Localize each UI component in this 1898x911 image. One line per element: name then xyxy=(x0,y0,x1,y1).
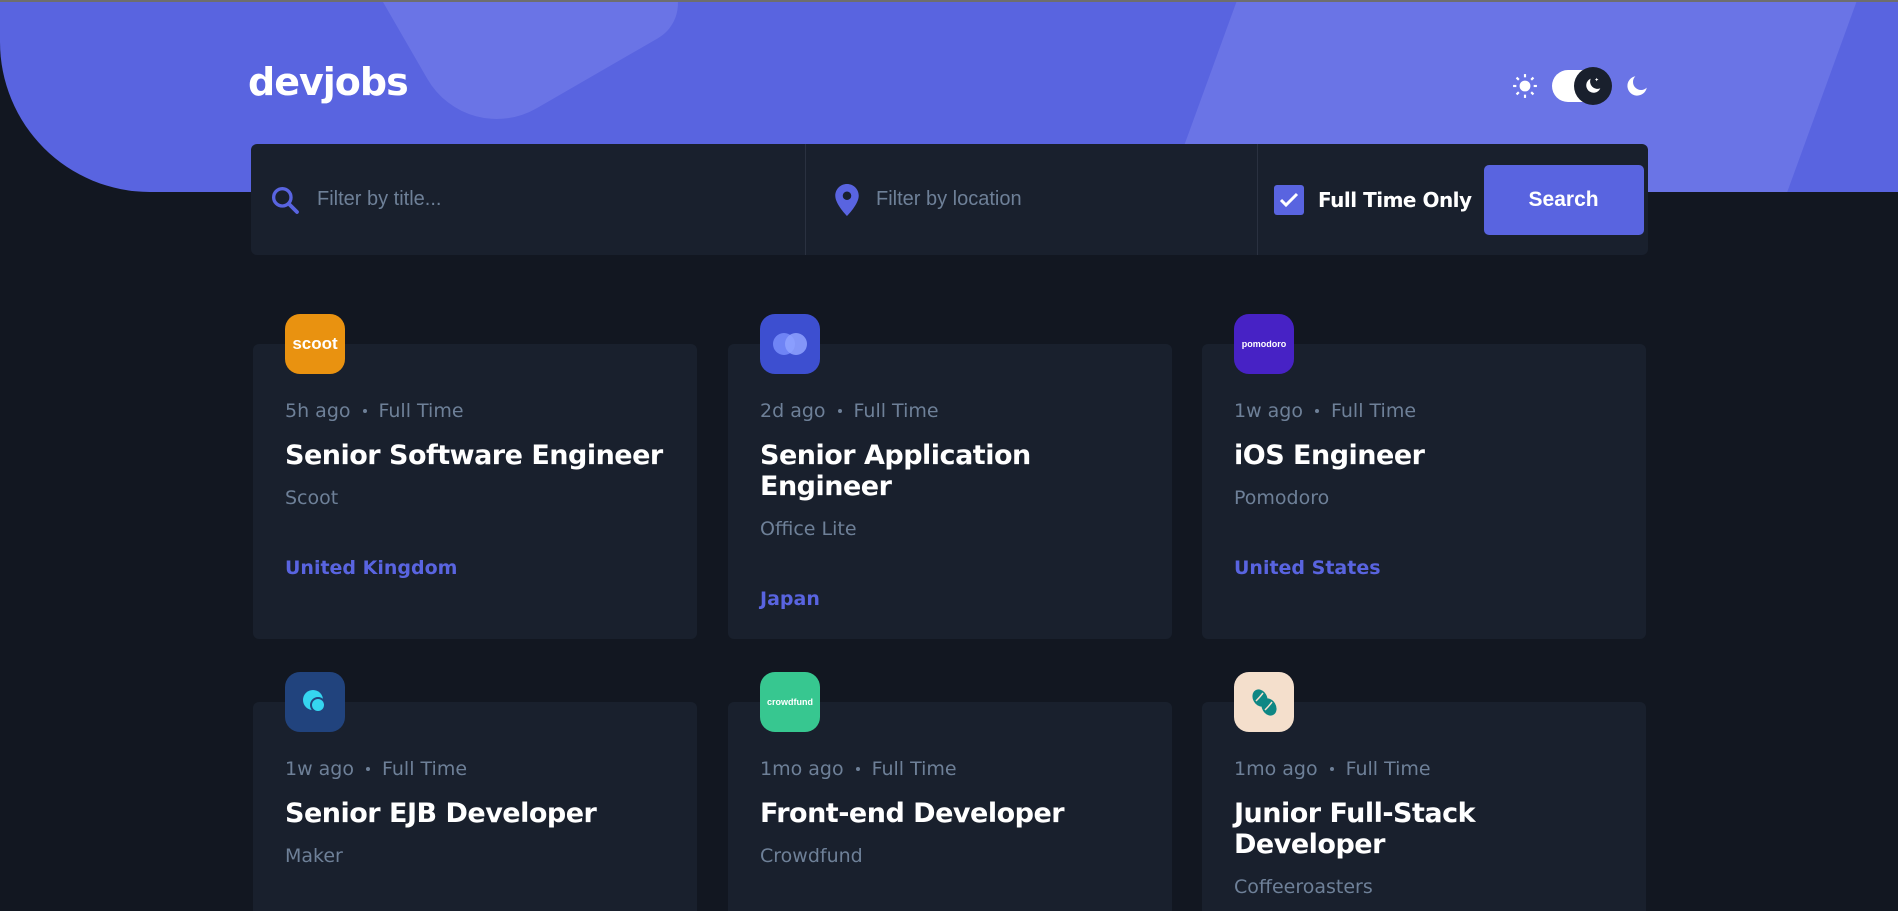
search-icon xyxy=(272,186,299,214)
moon-star-icon xyxy=(1586,77,1601,93)
fulltime-label[interactable]: Full Time Only xyxy=(1318,188,1472,212)
company-name: Crowdfund xyxy=(760,845,863,867)
title-filter-input[interactable] xyxy=(317,188,677,211)
company-logo-text: scoot xyxy=(292,334,338,353)
company-name: Coffeeroasters xyxy=(1234,876,1373,898)
job-card[interactable]: 2d ago Full Time Senior Application Engi… xyxy=(728,314,1172,639)
contract-type: Full Time xyxy=(382,758,468,780)
company-logo xyxy=(1234,672,1294,732)
separator-dot xyxy=(1315,409,1319,413)
company-logo xyxy=(285,672,345,732)
job-meta: 5h ago Full Time xyxy=(285,400,665,422)
job-meta: 1mo ago Full Time xyxy=(760,758,1140,780)
company-name: Scoot xyxy=(285,487,339,509)
search-bar: Full Time Only Search xyxy=(251,144,1648,255)
job-meta: 1w ago Full Time xyxy=(285,758,665,780)
theme-switcher xyxy=(1512,67,1650,105)
contract-type: Full Time xyxy=(1345,758,1431,780)
sun-icon xyxy=(1513,74,1537,98)
separator-dot xyxy=(837,409,842,413)
company-logo-text: pomodoro xyxy=(1241,339,1287,349)
job-card[interactable]: 1w ago Full Time Senior EJB Developer Ma… xyxy=(253,672,697,911)
contract-type: Full Time xyxy=(1331,400,1417,422)
job-location: United Kingdom xyxy=(285,557,458,579)
posted-time: 5h ago xyxy=(285,400,351,422)
job-card[interactable]: pomodoro 1w ago Full Time iOS Engineer P… xyxy=(1202,314,1646,639)
company-logo: pomodoro xyxy=(1234,314,1294,374)
company-logo-text: crowdfund xyxy=(767,697,813,707)
posted-time: 2d ago xyxy=(760,400,826,422)
coffeeroasters-logo-icon xyxy=(1252,689,1277,716)
location-pin-icon xyxy=(835,183,859,216)
maker-logo-icon xyxy=(303,690,326,713)
job-title[interactable]: iOS Engineer xyxy=(1234,440,1614,471)
location-filter-input[interactable] xyxy=(876,188,1236,211)
search-button[interactable]: Search xyxy=(1483,164,1644,235)
company-name: Pomodoro xyxy=(1234,487,1330,509)
posted-time: 1w ago xyxy=(1234,400,1303,422)
company-logo xyxy=(760,314,820,374)
posted-time: 1mo ago xyxy=(760,758,844,780)
job-meta: 1mo ago Full Time xyxy=(1234,758,1614,780)
job-title[interactable]: Senior Application Engineer xyxy=(760,440,1140,502)
fulltime-checkbox[interactable] xyxy=(1274,184,1304,215)
separator-dot xyxy=(366,767,370,771)
separator-dot xyxy=(1329,767,1334,771)
toggle-knob[interactable] xyxy=(1574,67,1612,105)
office-lite-logo-icon xyxy=(773,333,807,355)
job-title[interactable]: Senior EJB Developer xyxy=(285,798,665,829)
job-title[interactable]: Senior Software Engineer xyxy=(285,440,665,471)
theme-toggle[interactable] xyxy=(1552,67,1612,105)
contract-type: Full Time xyxy=(853,400,939,422)
job-card[interactable]: crowdfund 1mo ago Full Time Front-end De… xyxy=(728,672,1172,911)
company-name: Maker xyxy=(285,845,343,867)
company-logo: crowdfund xyxy=(760,672,820,732)
job-meta: 2d ago Full Time xyxy=(760,400,1140,422)
separator-dot xyxy=(362,409,367,413)
title-filter xyxy=(251,144,806,255)
company-logo: scoot xyxy=(285,314,345,374)
separator-dot xyxy=(855,767,860,771)
job-location: United States xyxy=(1234,557,1381,579)
check-icon xyxy=(1279,192,1299,207)
contract-type: Full Time xyxy=(871,758,957,780)
moon-icon xyxy=(1627,76,1647,96)
fulltime-filter: Full Time Only Search xyxy=(1258,144,1648,255)
job-location: Japan xyxy=(760,588,820,610)
company-name: Office Lite xyxy=(760,518,857,540)
posted-time: 1w ago xyxy=(285,758,354,780)
posted-time: 1mo ago xyxy=(1234,758,1318,780)
contract-type: Full Time xyxy=(378,400,464,422)
job-card[interactable]: 1mo ago Full Time Junior Full-Stack Deve… xyxy=(1202,672,1646,911)
location-filter xyxy=(806,144,1258,255)
app-logo[interactable]: devjobs xyxy=(248,60,409,104)
job-card[interactable]: scoot 5h ago Full Time Senior Software E… xyxy=(253,314,697,639)
job-title[interactable]: Junior Full-Stack Developer xyxy=(1234,798,1614,860)
job-title[interactable]: Front-end Developer xyxy=(760,798,1140,829)
job-meta: 1w ago Full Time xyxy=(1234,400,1614,422)
